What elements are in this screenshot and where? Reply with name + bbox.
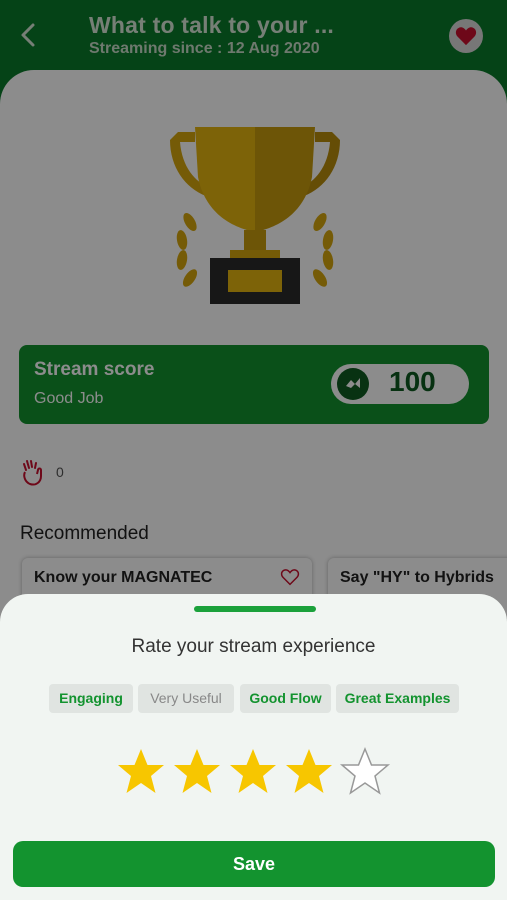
star-filled-icon[interactable] [227, 746, 279, 798]
rating-bottom-sheet: Rate your stream experience Engaging Ver… [0, 594, 507, 900]
chip-very-useful[interactable]: Very Useful [138, 684, 234, 713]
chip-great-examples[interactable]: Great Examples [336, 684, 459, 713]
star-rating[interactable] [115, 746, 395, 798]
star-filled-icon[interactable] [283, 746, 335, 798]
star-empty-icon[interactable] [339, 746, 391, 798]
star-filled-icon[interactable] [115, 746, 167, 798]
save-button[interactable]: Save [13, 841, 495, 887]
chip-engaging[interactable]: Engaging [49, 684, 133, 713]
star-filled-icon[interactable] [171, 746, 223, 798]
chip-good-flow[interactable]: Good Flow [240, 684, 331, 713]
sheet-drag-handle[interactable] [194, 606, 316, 612]
rating-title: Rate your stream experience [131, 636, 376, 657]
